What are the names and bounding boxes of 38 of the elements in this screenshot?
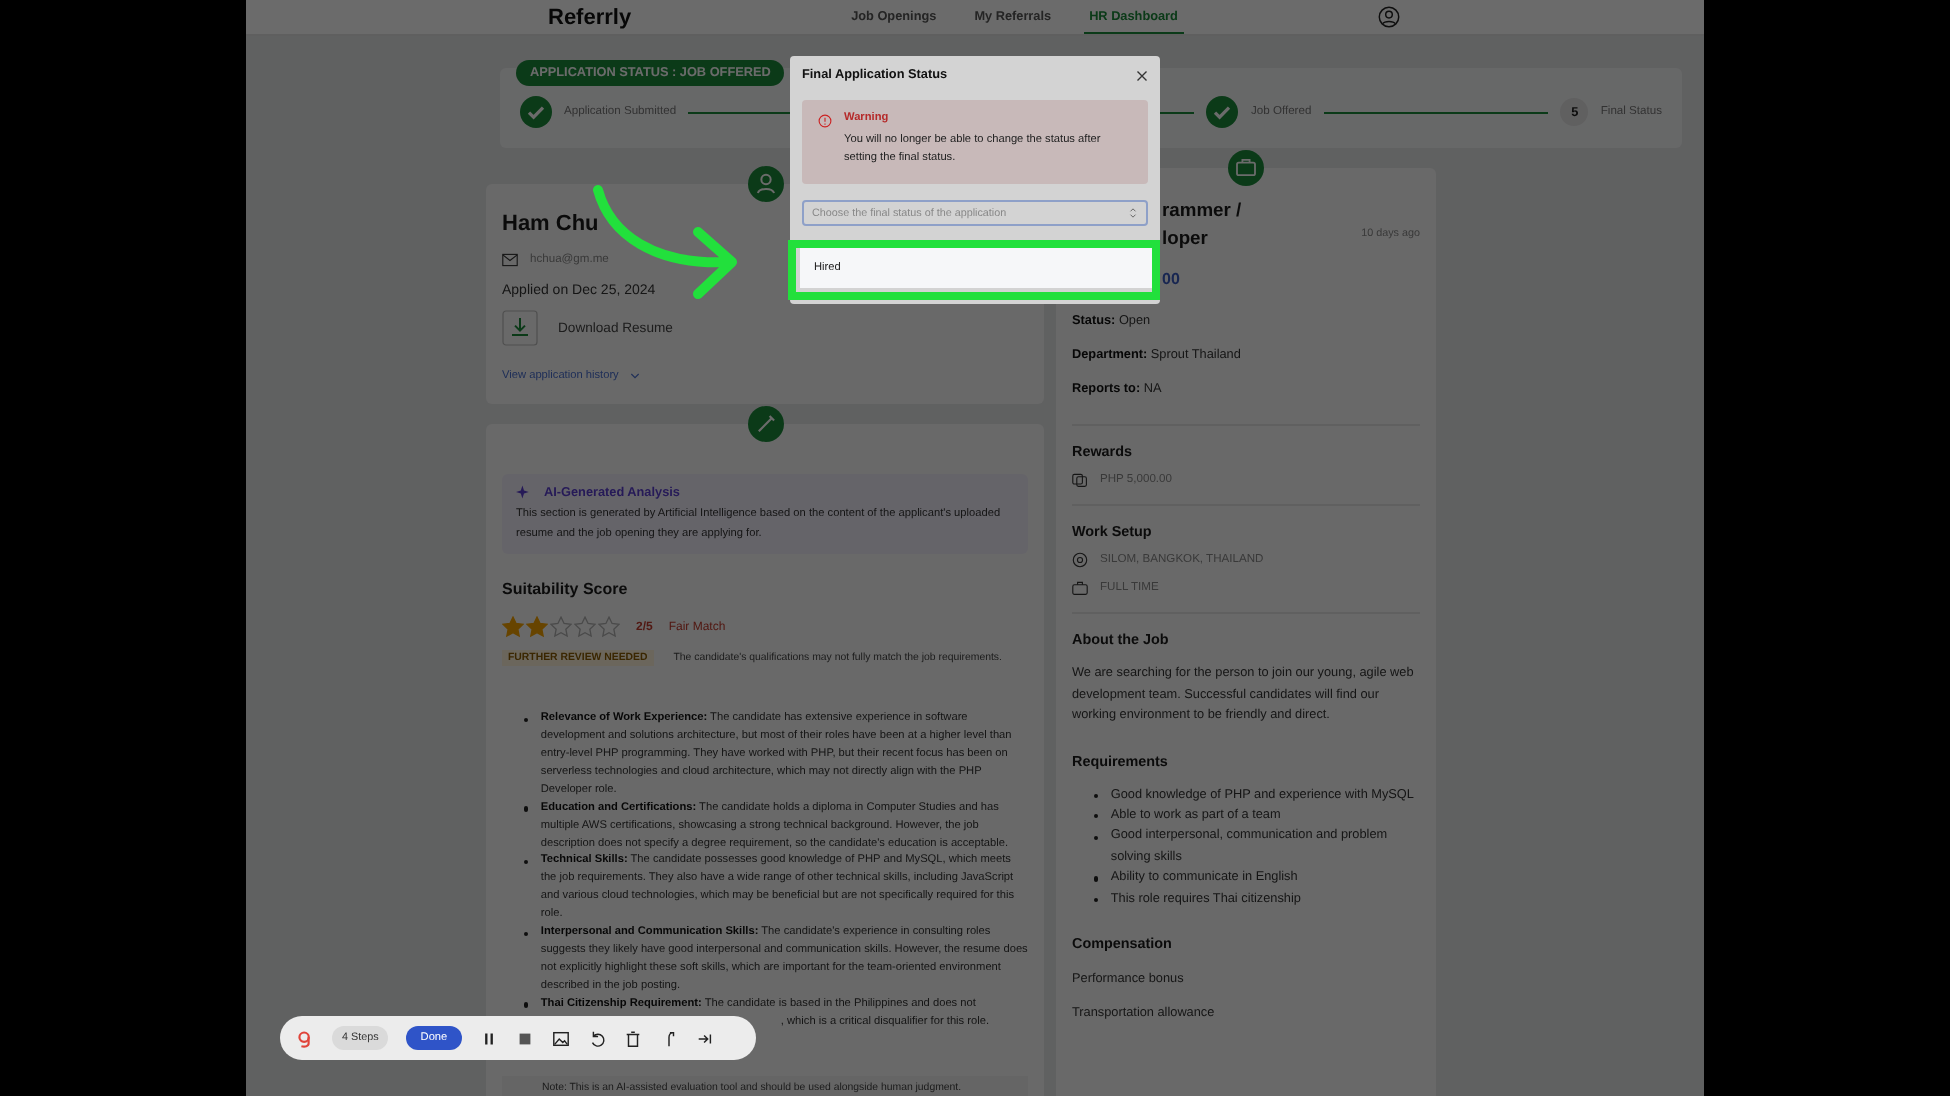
job-title: loper: [1162, 224, 1210, 252]
candidate-name: Ham Chu: [502, 212, 599, 236]
star-icon: [526, 616, 548, 639]
bullet-icon: [1094, 876, 1099, 882]
bullet-icon: [1094, 814, 1099, 819]
close-icon[interactable]: [1136, 69, 1148, 81]
bullet-icon: [524, 806, 529, 812]
star-icon: [598, 616, 620, 639]
bullet-icon: [524, 931, 529, 936]
logo[interactable]: Referrly: [548, 5, 632, 29]
job-title: rammer /: [1162, 196, 1242, 224]
recorder-logo-icon: [296, 1029, 314, 1047]
image-icon[interactable]: [551, 1029, 570, 1047]
bullet-icon: [524, 717, 529, 723]
briefcase-icon: [1072, 580, 1088, 596]
star-icon: [502, 616, 524, 639]
download-icon: [502, 310, 538, 346]
bullet-icon: [1094, 897, 1099, 903]
bullet-icon: [524, 1002, 529, 1008]
chevron-down-icon: [630, 372, 641, 380]
mail-icon: [502, 252, 518, 268]
score-title: Suitability Score: [502, 580, 630, 599]
trash-icon[interactable]: [623, 1029, 642, 1047]
star-icon: [574, 616, 596, 639]
location-pin-icon: [1072, 552, 1088, 568]
stop-icon[interactable]: [515, 1029, 534, 1047]
user-icon[interactable]: [1378, 6, 1400, 28]
bullet-icon: [1094, 835, 1099, 840]
bullet-icon: [524, 859, 529, 865]
star-icon: [550, 616, 572, 639]
sparkle-icon: [516, 484, 532, 500]
undo-icon[interactable]: [587, 1029, 606, 1047]
bullet-icon: [1094, 793, 1099, 799]
warning-icon: [818, 114, 832, 128]
skip-to-end-icon[interactable]: [695, 1029, 714, 1047]
pause-icon[interactable]: [479, 1029, 498, 1047]
salary: 00: [1160, 270, 1182, 288]
updown-icon: [1128, 206, 1138, 220]
